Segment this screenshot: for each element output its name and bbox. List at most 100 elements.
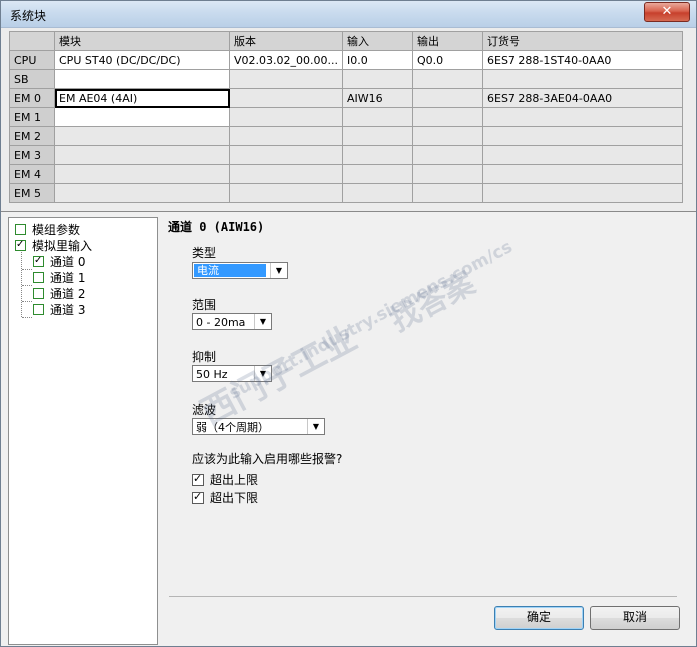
table-row[interactable]: EM 2: [9, 126, 683, 146]
order-number-cell: [482, 69, 683, 89]
table-row[interactable]: EM 3: [9, 145, 683, 165]
tree-item-channel-0[interactable]: 通道 0: [33, 253, 85, 269]
cancel-button[interactable]: 取消: [590, 606, 680, 630]
output-cell: [412, 145, 483, 165]
version-cell: [229, 88, 343, 108]
output-cell[interactable]: Q0.0: [412, 50, 483, 70]
order-number-cell: [482, 183, 683, 203]
tree-connector: [22, 317, 32, 318]
range-label: 范围: [192, 298, 217, 312]
output-cell: [412, 126, 483, 146]
module-cell[interactable]: [54, 126, 230, 146]
tree-item-label: 通道 2: [50, 286, 86, 301]
checked-icon: [192, 471, 204, 487]
chevron-down-icon: ▼: [270, 263, 287, 278]
tree-item-channel-1[interactable]: 通道 1: [33, 269, 85, 285]
module-cell[interactable]: [54, 107, 230, 127]
table-header-row: 模块 版本 输入 输出 订货号: [9, 31, 683, 51]
table-row[interactable]: EM 1: [9, 107, 683, 127]
parameter-tree[interactable]: 模组参数 模拟里输入 通道 0 通道 1 通道 2 通道 3: [8, 217, 158, 645]
chevron-down-icon: ▼: [254, 366, 271, 381]
table-row[interactable]: EM 0 EM AE04 (4AI) AIW16 6ES7 288-3AE04-…: [9, 88, 683, 108]
range-dropdown[interactable]: 0 - 20ma ▼: [192, 313, 272, 330]
column-header-order-number: 订货号: [482, 31, 683, 51]
module-cell[interactable]: [54, 145, 230, 165]
checkbox-icon: [33, 288, 44, 299]
suppression-label: 抑制: [192, 350, 217, 364]
system-block-window: 系统块 ✕ 模块 版本 输入 输出 订货号 CPU CPU ST40 (DC/D…: [0, 0, 697, 647]
order-number-cell: 6ES7 288-3AE04-0AA0: [482, 88, 683, 108]
row-slot[interactable]: EM 5: [9, 183, 55, 203]
input-cell: [342, 126, 413, 146]
input-cell: [342, 107, 413, 127]
tree-connector: [22, 301, 32, 302]
row-slot[interactable]: CPU: [9, 50, 55, 70]
range-value: 0 - 20ma: [196, 316, 246, 329]
alarm-lower-limit-checkbox[interactable]: 超出下限: [192, 489, 258, 505]
version-cell: [229, 107, 343, 127]
channel-heading: 通道 0 (AIW16): [168, 220, 265, 234]
table-row[interactable]: SB: [9, 69, 683, 89]
type-label: 类型: [192, 246, 217, 260]
tree-item-analog-input[interactable]: 模拟里输入: [15, 237, 92, 253]
column-header-module: 模块: [54, 31, 230, 51]
input-cell[interactable]: I0.0: [342, 50, 413, 70]
row-slot[interactable]: EM 1: [9, 107, 55, 127]
type-dropdown[interactable]: 电流 ▼: [192, 262, 288, 279]
suppression-dropdown[interactable]: 50 Hz ▼: [192, 365, 272, 382]
module-cell[interactable]: CPU ST40 (DC/DC/DC): [54, 50, 230, 70]
tree-item-channel-2[interactable]: 通道 2: [33, 285, 85, 301]
column-header-output: 输出: [412, 31, 483, 51]
row-slot[interactable]: EM 4: [9, 164, 55, 184]
output-cell: [412, 69, 483, 89]
checkbox-icon: [33, 272, 44, 283]
module-config-area: 模块 版本 输入 输出 订货号 CPU CPU ST40 (DC/DC/DC) …: [1, 28, 696, 212]
module-cell[interactable]: EM AE04 (4AI): [54, 88, 230, 108]
filter-dropdown[interactable]: 弱（4个周期） ▼: [192, 418, 325, 435]
input-cell: [342, 164, 413, 184]
tree-item-label: 通道 1: [50, 270, 86, 285]
settings-area: 模组参数 模拟里输入 通道 0 通道 1 通道 2 通道 3 通道 0 (AIW…: [1, 212, 696, 646]
chevron-down-icon: ▼: [254, 314, 271, 329]
tree-connector: [22, 269, 32, 270]
tree-item-label: 通道 0: [50, 254, 86, 269]
order-number-cell: [482, 145, 683, 165]
window-title: 系统块: [10, 9, 47, 23]
version-cell: [229, 145, 343, 165]
row-slot[interactable]: EM 3: [9, 145, 55, 165]
filter-label: 滤波: [192, 403, 217, 417]
tree-item-label: 模组参数: [32, 222, 81, 237]
order-number-cell: [482, 164, 683, 184]
input-cell[interactable]: AIW16: [342, 88, 413, 108]
row-slot[interactable]: EM 2: [9, 126, 55, 146]
input-cell: [342, 69, 413, 89]
row-slot[interactable]: EM 0: [9, 88, 55, 108]
alarm-question: 应该为此输入启用哪些报警?: [192, 452, 343, 466]
column-header: [9, 31, 55, 51]
module-cell[interactable]: [54, 69, 230, 89]
checked-icon: [15, 237, 26, 253]
filter-value: 弱（4个周期）: [196, 421, 269, 434]
ok-button[interactable]: 确定: [494, 606, 584, 630]
column-header-input: 输入: [342, 31, 413, 51]
order-number-cell: 6ES7 288-1ST40-0AA0: [482, 50, 683, 70]
module-table: 模块 版本 输入 输出 订货号 CPU CPU ST40 (DC/DC/DC) …: [9, 31, 683, 203]
tree-item-channel-3[interactable]: 通道 3: [33, 301, 85, 317]
alarm-upper-limit-checkbox[interactable]: 超出上限: [192, 471, 258, 487]
module-cell[interactable]: [54, 183, 230, 203]
close-button[interactable]: ✕: [644, 2, 690, 22]
title-bar[interactable]: 系统块 ✕: [1, 1, 696, 28]
tree-item-module-params[interactable]: 模组参数: [15, 221, 80, 237]
output-cell: [412, 164, 483, 184]
order-number-cell: [482, 126, 683, 146]
module-cell[interactable]: [54, 164, 230, 184]
input-cell: [342, 183, 413, 203]
order-number-cell: [482, 107, 683, 127]
table-row[interactable]: EM 4: [9, 164, 683, 184]
row-slot[interactable]: SB: [9, 69, 55, 89]
channel-settings-panel: 通道 0 (AIW16) 类型 电流 ▼ 范围 0 - 20ma ▼ 抑制 50…: [159, 212, 696, 646]
table-row[interactable]: CPU CPU ST40 (DC/DC/DC) V02.03.02_00.00.…: [9, 50, 683, 70]
tree-item-label: 通道 3: [50, 302, 86, 317]
close-icon: ✕: [661, 4, 673, 19]
table-row[interactable]: EM 5: [9, 183, 683, 203]
